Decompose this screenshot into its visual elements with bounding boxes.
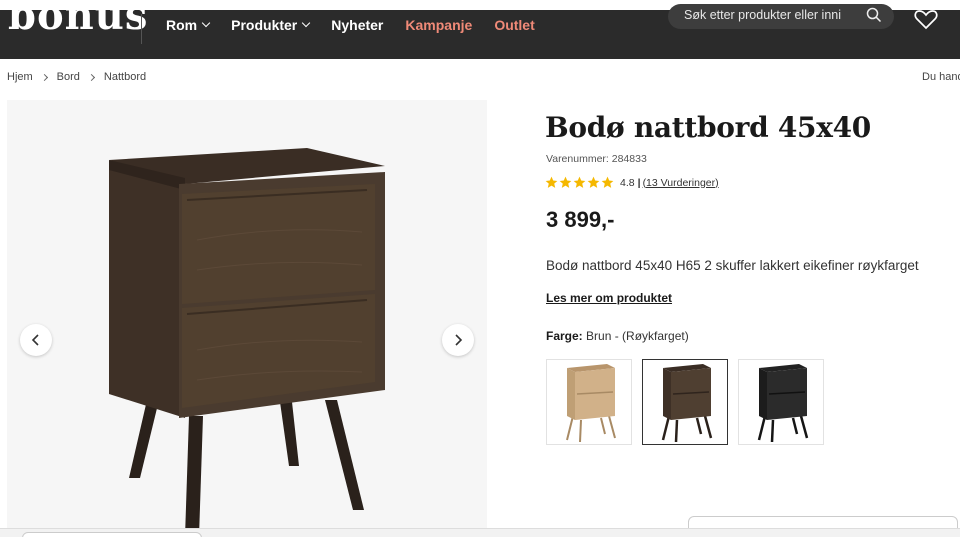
heart-icon[interactable] [914, 8, 938, 30]
variant-oak-thumbnail [566, 364, 616, 442]
nav-item-outlet[interactable]: Outlet [494, 17, 534, 33]
chevron-down-icon [201, 18, 211, 28]
chevron-down-icon [302, 18, 311, 28]
variant-black-thumbnail [757, 364, 809, 442]
star-icon [573, 176, 586, 188]
nav-item-label: Outlet [494, 17, 535, 33]
chevron-right-icon [87, 73, 95, 81]
product-gallery [7, 100, 487, 537]
color-selector-label: Farge: Brun - (Røykfarget) [546, 329, 689, 343]
chevron-left-icon [31, 334, 39, 346]
search-input[interactable]: Søk etter produkter eller inni [668, 4, 894, 29]
nav-item-produkter[interactable]: Produkter [231, 17, 311, 33]
product-title: Bodø nattbord 45x40 [545, 111, 871, 144]
variant-oak[interactable] [546, 359, 632, 445]
gallery-next-button[interactable] [442, 324, 474, 356]
reviews-link[interactable]: (13 Vurderinger) [643, 177, 719, 189]
header-divider [141, 14, 142, 44]
variant-smoked[interactable] [642, 359, 728, 445]
breadcrumb-bord[interactable]: Bord [57, 71, 80, 83]
nav-item-kampanje[interactable]: Kampanje [405, 17, 472, 33]
breadcrumb-hjem[interactable]: Hjem [7, 71, 33, 83]
breadcrumb: Hjem Bord Nattbord [7, 71, 146, 83]
nav-item-label: Rom [166, 17, 198, 33]
star-icon [545, 176, 558, 188]
search-placeholder: Søk etter produkter eller inni [684, 8, 842, 22]
site-header: bonus Rom Produkter Nyheter Kampanje Out… [0, 0, 960, 59]
nav-item-label: Nyheter [331, 17, 384, 33]
color-label-key: Farge: [546, 329, 583, 343]
product-description: Bodø nattbord 45x40 H65 2 skuffer lakker… [546, 258, 919, 273]
color-variants [546, 359, 824, 445]
bottom-tab[interactable] [22, 532, 202, 537]
star-icon [559, 176, 572, 188]
chevron-right-icon [455, 334, 463, 346]
variant-smoked-thumbnail [661, 364, 713, 442]
star-icon [587, 176, 600, 188]
main-nav: Rom Produkter Nyheter Kampanje Outlet [166, 17, 557, 33]
product-page: bonus Rom Produkter Nyheter Kampanje Out… [0, 0, 960, 537]
nav-item-label: Produkter [231, 17, 298, 33]
item-number: Varenummer: 284833 [546, 153, 647, 165]
read-more-link[interactable]: Les mer om produktet [546, 291, 672, 305]
nav-item-label: Kampanje [405, 17, 473, 33]
search-icon[interactable] [866, 7, 882, 23]
site-logo[interactable]: bonus [8, 0, 148, 39]
chevron-right-icon [40, 73, 48, 81]
breadcrumb-right-text: Du hand [922, 71, 960, 83]
star-icon [601, 176, 614, 188]
variant-black[interactable] [738, 359, 824, 445]
rating-stars [545, 176, 614, 189]
nav-item-rom[interactable]: Rom [166, 17, 211, 33]
rating-value: 4.8 [620, 176, 635, 189]
gallery-prev-button[interactable] [20, 324, 52, 356]
product-image [109, 148, 385, 537]
rating-separator: | [637, 176, 641, 189]
nav-item-nyheter[interactable]: Nyheter [331, 17, 383, 33]
product-rating: 4.8 | (13 Vurderinger) [545, 176, 719, 189]
color-label-value: Brun - (Røykfarget) [586, 329, 689, 343]
breadcrumb-nattbord[interactable]: Nattbord [104, 71, 146, 83]
product-price: 3 899,- [546, 207, 615, 232]
